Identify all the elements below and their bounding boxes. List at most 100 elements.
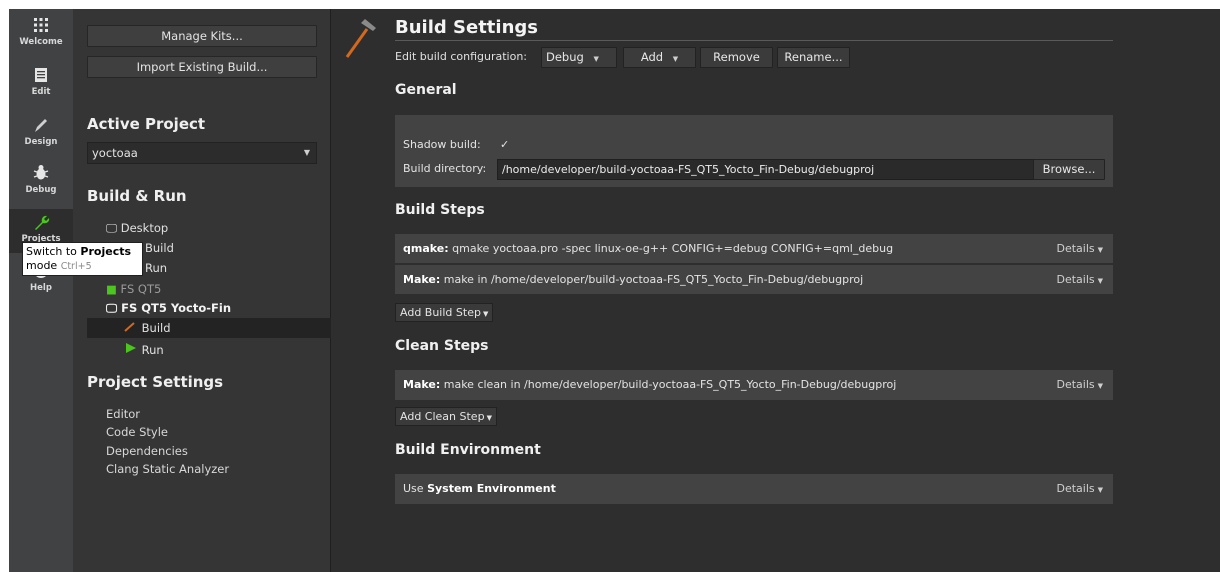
add-clean-step-label: Add Clean Step [400,410,485,423]
page-title: Build Settings [395,17,538,38]
tooltip-suffix: mode [26,259,58,272]
build-dir-label: Build directory: [403,162,487,175]
add-kit-icon: ■ [106,282,117,296]
projects-mode-tooltip: Switch to Projects mode Ctrl+5 [22,242,143,276]
import-build-button[interactable]: Import Existing Build... [87,56,317,78]
tree-item-fs-qt5[interactable]: ■ FS QT5 [106,282,161,296]
chevron-down-icon: ▼ [486,414,492,422]
tree-yocto-run-label: Run [141,343,164,357]
details-label: Details [1056,242,1095,255]
build-step-qmake-text: qmake: qmake yoctoaa.pro -spec linux-oe-… [403,242,893,255]
clean-step-make[interactable]: Make: make clean in /home/developer/buil… [395,370,1113,400]
environment-text: Use System Environment [403,482,556,495]
mode-edit[interactable]: Edit [9,65,73,107]
active-project-value: yoctoaa [92,146,138,160]
details-button[interactable]: Details ▼ [1056,378,1103,391]
chevron-down-icon: ▼ [593,55,599,63]
tooltip-shortcut: Ctrl+5 [60,261,92,272]
details-label: Details [1056,273,1095,286]
mode-bar: Welcome Edit Design Debug Projects Help [9,9,73,572]
build-step-make-text: Make: make in /home/developer/build-yoct… [403,273,863,286]
chevron-down-icon: ▼ [1097,382,1103,390]
browse-button[interactable]: Browse... [1033,159,1105,180]
tree-item-desktop-build[interactable]: Build [145,241,174,255]
wrench-icon [35,215,50,230]
mode-edit-label: Edit [31,87,51,97]
clean-step-make-cmd: make clean in /home/developer/build-yoct… [443,378,897,391]
settings-item-clang[interactable]: Clang Static Analyzer [106,462,229,476]
config-value: Debug [546,50,584,64]
mode-help-label: Help [30,283,52,293]
tree-fs-qt5-label: FS QT5 [120,282,162,296]
tree-yocto-build-label: Build [141,321,171,335]
pen-icon [35,119,47,132]
chevron-down-icon: ▼ [1097,277,1103,285]
details-button[interactable]: Details ▼ [1056,482,1103,495]
build-environment-heading: Build Environment [395,442,541,458]
remove-config-button[interactable]: Remove [700,47,773,68]
mode-design[interactable]: Design [9,115,73,157]
build-environment-row[interactable]: Use System Environment Details ▼ [395,474,1113,504]
play-icon [126,343,136,353]
chevron-down-icon: ▼ [1097,486,1103,494]
settings-item-editor[interactable]: Editor [106,407,140,421]
hammer-icon [345,19,376,58]
tree-item-fs-qt5-yocto[interactable]: 🖵 FS QT5 Yocto-Fin [106,301,231,316]
clean-steps-heading: Clean Steps [395,338,489,354]
edit-config-label: Edit build configuration: [395,50,528,63]
tree-desktop-label: Desktop [120,221,169,235]
add-build-step-button[interactable]: Add Build Step ▼ [395,303,494,322]
chevron-down-icon: ▼ [672,55,679,63]
chevron-down-icon: ▼ [303,148,310,157]
build-dir-input[interactable]: /home/developer/build-yoctoaa-FS_QT5_Yoc… [497,159,1091,180]
add-clean-step-button[interactable]: Add Clean Step ▼ [395,407,497,426]
add-config-label: Add [640,50,664,64]
rename-config-button[interactable]: Rename... [777,47,850,68]
title-divider [395,40,1113,41]
build-settings-panel: Build Settings Edit build configuration:… [331,9,1220,572]
build-step-make[interactable]: Make: make in /home/developer/build-yoct… [395,265,1113,294]
settings-item-dependencies[interactable]: Dependencies [106,444,188,458]
config-select[interactable]: Debug ▼ [541,47,617,68]
monitor-icon: 🖵 [106,301,118,315]
monitor-icon: 🖵 [106,221,118,235]
tree-item-yocto-run[interactable]: Run [124,342,164,357]
shadow-build-label: Shadow build: [403,138,481,151]
tree-item-desktop-run[interactable]: Run [145,261,167,275]
general-panel: Shadow build: ✓ Build directory: /home/d… [395,115,1113,187]
tree-item-desktop[interactable]: 🖵 Desktop [106,221,168,236]
tree-yocto-label: FS QT5 Yocto-Fin [121,301,232,315]
tree-item-yocto-build[interactable]: Build [124,321,171,335]
active-project-combo[interactable]: yoctoaa ▼ [87,142,317,164]
build-step-make-cmd: make in /home/developer/build-yoctoaa-FS… [443,273,864,286]
details-button[interactable]: Details ▼ [1056,242,1103,255]
mode-debug[interactable]: Debug [9,163,73,205]
mode-welcome[interactable]: Welcome [9,15,73,57]
general-heading: General [395,82,457,98]
active-project-heading: Active Project [87,115,206,133]
add-build-step-label: Add Build Step [400,306,481,319]
document-icon [35,68,47,82]
add-config-button[interactable]: Add ▼ [623,47,696,68]
environment-prefix: Use [403,482,424,495]
shadow-build-checkbox[interactable]: ✓ [500,138,509,151]
hammer-icon [124,322,135,332]
details-label: Details [1056,482,1095,495]
project-settings-heading: Project Settings [87,373,224,391]
chevron-down-icon: ▼ [1097,246,1103,254]
mode-debug-label: Debug [25,185,57,195]
clean-step-make-name: Make: [403,378,441,391]
mode-welcome-label: Welcome [19,37,63,47]
build-step-qmake-name: qmake: [403,242,449,255]
build-steps-heading: Build Steps [395,202,485,218]
build-run-heading: Build & Run [87,187,187,205]
details-button[interactable]: Details ▼ [1056,273,1103,286]
manage-kits-button[interactable]: Manage Kits... [87,25,317,47]
settings-item-code-style[interactable]: Code Style [106,425,168,439]
bug-icon [33,165,49,180]
build-step-qmake-cmd: qmake yoctoaa.pro -spec linux-oe-g++ CON… [452,242,894,255]
mode-design-label: Design [24,137,58,147]
project-sidebar: Manage Kits... Import Existing Build... … [73,9,332,572]
build-step-qmake[interactable]: qmake: qmake yoctoaa.pro -spec linux-oe-… [395,234,1113,263]
build-step-make-name: Make: [403,273,441,286]
